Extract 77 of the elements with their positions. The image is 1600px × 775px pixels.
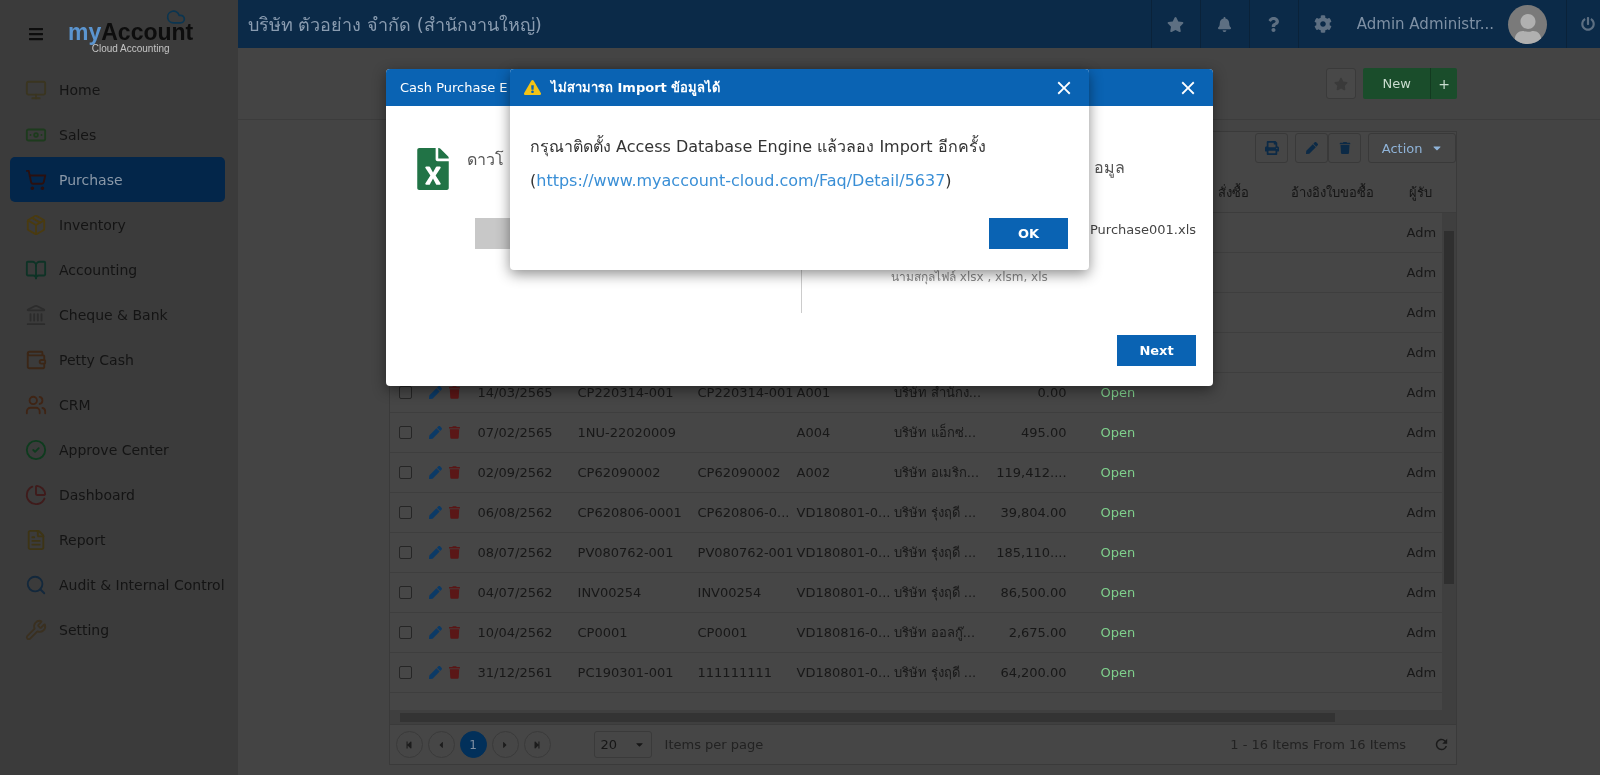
- trash-icon[interactable]: [448, 426, 460, 439]
- help-link[interactable]: https://www.myaccount-cloud.com/Faq/Detail/5637: [536, 171, 946, 190]
- table-cell: Open: [1100, 625, 1136, 640]
- row-checkbox[interactable]: [398, 466, 412, 479]
- next-button[interactable]: Next: [1117, 335, 1197, 366]
- pencil-icon: [1305, 142, 1318, 154]
- edit-icon[interactable]: [428, 386, 442, 399]
- edit-icon[interactable]: [428, 546, 442, 559]
- help-link-line: (https://www.myaccount-cloud.com/Faq/Detail/5637): [530, 170, 953, 192]
- table-cell: Open: [1100, 385, 1136, 400]
- trash-icon[interactable]: [448, 506, 460, 519]
- trash-icon[interactable]: [448, 466, 460, 479]
- edit-button[interactable]: [1295, 133, 1329, 163]
- row-checkbox[interactable]: [398, 546, 412, 559]
- download-heading: ดาวโ: [467, 149, 504, 171]
- row-checkbox[interactable]: [398, 666, 412, 679]
- document-icon: [25, 528, 47, 551]
- printer-icon: [1264, 141, 1279, 155]
- dialog-title: ไม่สามารถ Import ข้อมูลได้: [551, 79, 721, 98]
- table-cell: Open: [1100, 465, 1136, 480]
- first-page-icon: [405, 740, 414, 749]
- book-icon: [25, 258, 47, 281]
- magnifier-icon: [25, 573, 47, 596]
- warning-icon: [524, 79, 541, 96]
- row-checkbox[interactable]: [398, 626, 412, 639]
- star-icon: [1167, 15, 1185, 33]
- table-cell: Open: [1100, 665, 1136, 680]
- edit-icon[interactable]: [428, 666, 442, 679]
- wallet-icon: [25, 348, 47, 371]
- trash-icon[interactable]: [448, 386, 460, 399]
- people-icon: [25, 393, 47, 416]
- monitor-icon: [25, 78, 47, 101]
- trash-icon[interactable]: [448, 586, 460, 599]
- error-message: กรุณาติดตั้ง Access Database Engine แล้วลอง Import อีกครั้ง: [530, 134, 987, 159]
- table-cell: Open: [1100, 505, 1136, 520]
- tools-icon: [25, 618, 47, 641]
- table-cell: Open: [1100, 545, 1136, 560]
- edit-icon[interactable]: [428, 626, 442, 639]
- row-checkbox[interactable]: [398, 506, 412, 519]
- file-name: Purchase001.xls: [1090, 221, 1197, 239]
- print-button[interactable]: [1255, 133, 1289, 163]
- box-icon: [25, 213, 47, 236]
- user-name[interactable]: Admin Administr...: [1346, 15, 1509, 33]
- table-cell: Open: [1100, 585, 1136, 600]
- table-cell: Open: [1100, 425, 1136, 440]
- bell-icon: [1217, 16, 1233, 32]
- delete-button[interactable]: [1328, 133, 1362, 163]
- company-title: บริษัท ตัวอย่าง จำกัด (สำนักงานใหญ่): [246, 12, 543, 37]
- trash-icon[interactable]: [448, 666, 460, 679]
- trash-icon[interactable]: [448, 626, 460, 639]
- edit-icon[interactable]: [428, 586, 442, 599]
- extensions-hint: นามสกุลไฟล์ xlsx , xlsm, xls: [891, 269, 1048, 287]
- last-page-icon: [533, 740, 542, 749]
- trash-icon[interactable]: [448, 546, 460, 559]
- upload-heading: อมูล: [1094, 157, 1125, 180]
- row-checkbox[interactable]: [398, 426, 412, 439]
- action-dropdown[interactable]: Action: [1368, 133, 1457, 163]
- help-icon: [1266, 16, 1282, 32]
- ok-button[interactable]: OK: [989, 218, 1068, 249]
- new-button[interactable]: New: [1363, 68, 1432, 99]
- avatar[interactable]: [1508, 4, 1548, 44]
- power-icon: [1580, 17, 1595, 31]
- page-button[interactable]: 1: [459, 731, 487, 758]
- check-circle-icon: [25, 438, 47, 461]
- pie-chart-icon: [25, 483, 47, 506]
- add-button[interactable]: +: [1431, 68, 1458, 99]
- row-checkbox[interactable]: [398, 386, 412, 399]
- edit-icon[interactable]: [428, 426, 442, 439]
- settings-icon: [1313, 15, 1332, 33]
- sidebar-item[interactable]: Purchase: [10, 157, 225, 202]
- menu-icon[interactable]: [28, 25, 44, 42]
- edit-icon[interactable]: [428, 506, 442, 519]
- row-checkbox[interactable]: [398, 586, 412, 599]
- dialog-title: Cash Purchase E: [400, 80, 508, 95]
- edit-icon[interactable]: [428, 466, 442, 479]
- trash-icon: [1338, 142, 1351, 154]
- cart-icon: [25, 168, 47, 191]
